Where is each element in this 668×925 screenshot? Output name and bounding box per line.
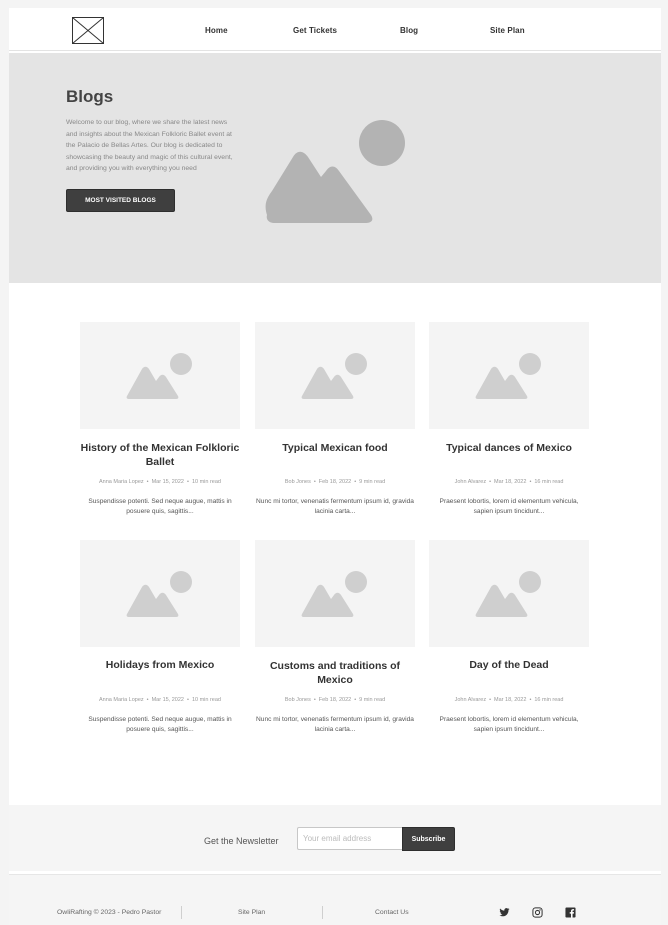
- card-author: Bob Jones: [284, 479, 311, 485]
- meta-dot: •: [313, 697, 316, 703]
- meta-dot: •: [187, 479, 189, 485]
- newsletter-label: Get the Newsletter: [204, 836, 279, 846]
- page: Home Get Tickets Blog Site Plan Blogs We…: [9, 8, 661, 925]
- card-meta: Bob Jones • Feb 18, 2022 • 9 min read: [255, 479, 415, 485]
- card-author: Anna Maria Lopez: [99, 479, 144, 485]
- card-image: [255, 540, 415, 647]
- meta-dot: •: [146, 697, 149, 703]
- card-excerpt: Suspendisse potenti. Sed neque augue, ma…: [88, 716, 232, 733]
- image-placeholder-icon: [301, 353, 367, 399]
- newsletter-section: Get the Newsletter Subscribe: [9, 805, 661, 871]
- image-placeholder-icon: [301, 571, 367, 617]
- card-title[interactable]: History of the Mexican Folkloric Ballet: [80, 441, 240, 469]
- card-author: John Alvarez: [454, 479, 487, 485]
- nav-link-home[interactable]: Home: [205, 26, 228, 35]
- card-read-time: 16 min read: [534, 697, 564, 703]
- page-title: Blogs: [66, 87, 114, 106]
- card-read-time: 9 min read: [359, 697, 386, 703]
- card-image: [80, 322, 240, 429]
- card-author: Anna Maria Lopez: [99, 697, 144, 703]
- card-title[interactable]: Customs and traditions of Mexico: [255, 659, 415, 687]
- header: Home Get Tickets Blog Site Plan: [9, 8, 661, 51]
- card-meta: Anna Maria Lopez • Mar 15, 2022 • 10 min rea…: [80, 479, 240, 485]
- card-date: Mar 18, 2022: [494, 697, 527, 703]
- meta-dot: •: [354, 479, 357, 485]
- card-excerpt: Praesent lobortis, lorem id elementum ve…: [439, 716, 579, 733]
- meta-dot: •: [313, 479, 316, 485]
- image-placeholder-icon: [475, 571, 541, 617]
- card-read-time: 16 min read: [534, 479, 564, 485]
- card-meta: John Alvarez • Mar 18, 2022 • 16 min read: [429, 697, 589, 703]
- card-image: [429, 540, 589, 647]
- facebook-icon[interactable]: [565, 907, 576, 918]
- card-date: Mar 15, 2022: [151, 697, 184, 703]
- card-excerpt: Nunc mi tortor, venenatis fermentum ipsu…: [256, 716, 414, 733]
- card-title[interactable]: Typical Mexican food: [255, 441, 415, 455]
- footer-divider: [181, 906, 182, 919]
- footer-divider: [322, 906, 323, 919]
- meta-dot: •: [489, 479, 492, 485]
- instagram-icon[interactable]: [532, 907, 543, 918]
- most-visited-blogs-button[interactable]: MOST VISITED BLOGS: [66, 189, 175, 212]
- image-placeholder-icon: [475, 353, 541, 399]
- card-excerpt: Praesent lobortis, lorem id elementum ve…: [439, 498, 579, 515]
- nav-link-blog[interactable]: Blog: [400, 26, 418, 35]
- footer-link-contact-us[interactable]: Contact Us: [375, 909, 409, 916]
- image-placeholder-icon: [126, 571, 192, 617]
- card-author: Bob Jones: [284, 697, 311, 703]
- card-date: Feb 18, 2022: [318, 479, 352, 485]
- card-title[interactable]: Typical dances of Mexico: [429, 441, 589, 455]
- meta-dot: •: [354, 697, 357, 703]
- meta-dot: •: [529, 479, 532, 485]
- card-date: Mar 18, 2022: [494, 479, 527, 485]
- card-meta: Bob Jones • Feb 18, 2022 • 9 min read: [255, 697, 415, 703]
- meta-dot: •: [146, 479, 149, 485]
- footer-link-site-plan[interactable]: Site Plan: [238, 909, 265, 916]
- nav-link-site-plan[interactable]: Site Plan: [490, 26, 525, 35]
- meta-dot: •: [529, 697, 532, 703]
- meta-dot: •: [187, 697, 189, 703]
- logo-placeholder-icon[interactable]: [72, 17, 104, 44]
- card-excerpt: Suspendisse potenti. Sed neque augue, ma…: [88, 498, 232, 515]
- copyright-text: OwliRafting © 2023 - Pedro Pastor: [57, 909, 162, 916]
- card-read-time: 10 min read: [191, 479, 221, 485]
- card-meta: John Alvarez • Mar 18, 2022 • 16 min read: [429, 479, 589, 485]
- twitter-icon[interactable]: [499, 907, 510, 918]
- email-field[interactable]: [297, 827, 403, 850]
- card-title[interactable]: Holidays from Mexico: [80, 658, 240, 672]
- card-image: [80, 540, 240, 647]
- card-date: Feb 18, 2022: [318, 697, 352, 703]
- card-read-time: 9 min read: [359, 479, 386, 485]
- card-read-time: 10 min read: [191, 697, 221, 703]
- card-image: [429, 322, 589, 429]
- card-title[interactable]: Day of the Dead: [429, 658, 589, 672]
- hero-description: Welcome to our blog, where we share the …: [66, 119, 233, 172]
- image-placeholder-icon: [126, 353, 192, 399]
- hero-section: Blogs Welcome to our blog, where we shar…: [9, 53, 661, 283]
- footer: OwliRafting © 2023 - Pedro Pastor Site P…: [9, 874, 661, 925]
- card-excerpt: Nunc mi tortor, venenatis fermentum ipsu…: [256, 498, 414, 515]
- card-meta: Anna Maria Lopez • Mar 15, 2022 • 10 min rea…: [80, 697, 240, 703]
- card-author: John Alvarez: [454, 697, 487, 703]
- meta-dot: •: [489, 697, 492, 703]
- card-image: [255, 322, 415, 429]
- image-placeholder-icon: [265, 120, 405, 223]
- card-date: Mar 15, 2022: [151, 479, 184, 485]
- nav-link-get-tickets[interactable]: Get Tickets: [293, 26, 337, 35]
- subscribe-button[interactable]: Subscribe: [402, 827, 455, 851]
